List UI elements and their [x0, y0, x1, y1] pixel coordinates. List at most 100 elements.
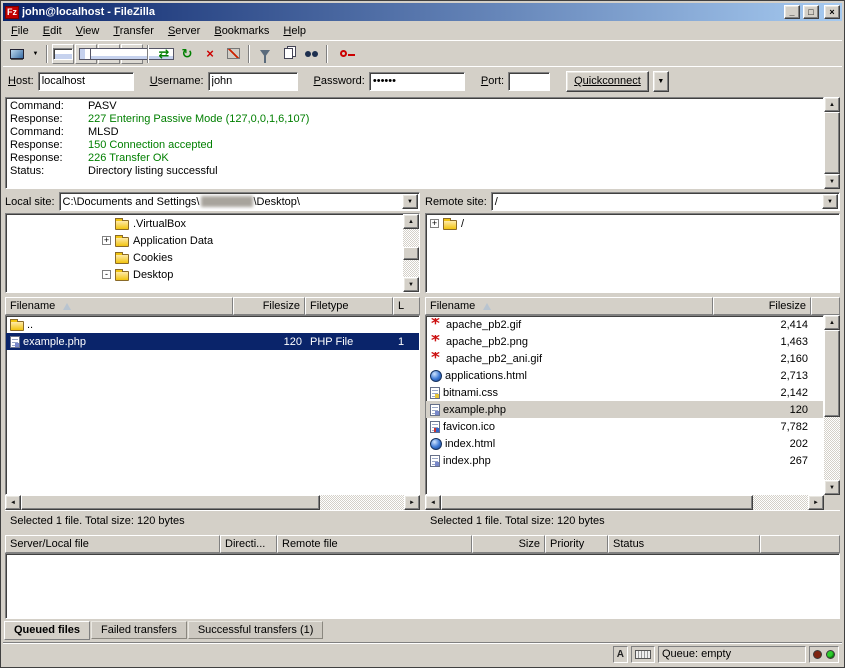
filter-button[interactable] [254, 44, 276, 64]
remote-horizontal-scrollbar[interactable]: ◄ ► [425, 495, 824, 510]
queue-column-size[interactable]: Size [472, 535, 545, 553]
remote-site-combobox[interactable]: / ▼ [491, 192, 840, 211]
queue-column-remote-file[interactable]: Remote file [277, 535, 472, 553]
tree-item[interactable]: +Application Data [6, 232, 403, 249]
site-keys-button[interactable] [332, 44, 354, 64]
transfer-type-indicator[interactable]: A [613, 646, 628, 663]
toggle-log-button[interactable] [52, 44, 74, 64]
file-row[interactable]: index.html202 [426, 435, 823, 452]
file-row[interactable]: index.php267 [426, 452, 823, 469]
queue-column-status[interactable]: Status [608, 535, 760, 553]
tab-failed-transfers[interactable]: Failed transfers [91, 621, 187, 639]
compare-button[interactable] [277, 44, 299, 64]
combo-dropdown-button[interactable]: ▼ [822, 194, 838, 209]
combo-dropdown-button[interactable]: ▼ [402, 194, 418, 209]
file-row-selected[interactable]: example.php 120 PHP File 1 [6, 333, 419, 350]
file-row[interactable]: apache_pb2.gif2,414 [426, 316, 823, 333]
password-input[interactable] [369, 72, 465, 91]
scroll-up-arrow[interactable]: ▲ [824, 97, 840, 112]
tree-item[interactable]: +/ [426, 215, 839, 232]
find-button[interactable] [300, 44, 322, 64]
process-queue-button[interactable]: ↻ [176, 44, 198, 64]
column-header-filename[interactable]: Filename [425, 297, 713, 315]
minimize-button[interactable]: _ [784, 5, 800, 19]
scroll-up-arrow[interactable]: ▲ [824, 315, 840, 330]
local-site-combobox[interactable]: C:\Documents and Settings\\Desktop\ ▼ [59, 192, 420, 211]
log-scrollbar[interactable]: ▲ ▼ [824, 97, 840, 189]
column-header-filesize[interactable]: Filesize [713, 297, 811, 315]
menu-bookmarks[interactable]: Bookmarks [207, 22, 276, 39]
scroll-right-arrow[interactable]: ► [404, 495, 420, 510]
column-header-filesize[interactable]: Filesize [233, 297, 305, 315]
tab-queued-files[interactable]: Queued files [4, 621, 90, 640]
file-row-selected[interactable]: example.php120 [426, 401, 823, 418]
disconnect-button[interactable] [222, 44, 244, 64]
tree-item[interactable]: -Desktop [6, 266, 403, 283]
site-manager-button[interactable] [6, 44, 28, 64]
refresh-button[interactable]: ⇄ [153, 44, 175, 64]
tree-item[interactable]: Cookies [6, 249, 403, 266]
column-header-filename[interactable]: Filename [5, 297, 233, 315]
port-label: Port: [481, 75, 504, 87]
scroll-right-arrow[interactable]: ► [808, 495, 824, 510]
scrollbar-thumb[interactable] [21, 495, 320, 510]
column-header-lastmodified[interactable]: L [393, 297, 420, 315]
scrollbar-track[interactable] [21, 495, 404, 510]
file-row[interactable]: .. [6, 316, 419, 333]
quickconnect-dropdown[interactable]: ▼ [653, 71, 669, 92]
port-input[interactable] [508, 72, 550, 91]
input-indicator[interactable] [631, 646, 655, 663]
scrollbar-track[interactable] [403, 229, 419, 277]
menu-file[interactable]: File [4, 22, 36, 39]
titlebar[interactable]: Fz john@localhost - FileZilla _ □ × [3, 3, 842, 21]
remote-vertical-scrollbar[interactable]: ▲ ▼ [824, 315, 840, 495]
menu-transfer[interactable]: Transfer [106, 22, 161, 39]
scrollbar-track[interactable] [441, 495, 808, 510]
ascii-indicator-icon: A [617, 649, 624, 660]
collapse-icon[interactable]: - [102, 270, 111, 279]
filezilla-window: Fz john@localhost - FileZilla _ □ × File… [0, 0, 845, 668]
local-tree-scrollbar[interactable]: ▲ ▼ [403, 214, 419, 292]
column-header-filetype[interactable]: Filetype [305, 297, 393, 315]
scrollbar-thumb[interactable] [824, 112, 840, 174]
close-button[interactable]: × [824, 5, 840, 19]
site-manager-dropdown[interactable]: ▼ [29, 44, 42, 64]
scroll-down-arrow[interactable]: ▼ [403, 277, 419, 292]
scroll-up-arrow[interactable]: ▲ [403, 214, 419, 229]
refresh-icon: ⇄ [159, 46, 170, 62]
scroll-left-arrow[interactable]: ◄ [5, 495, 21, 510]
scroll-left-arrow[interactable]: ◄ [425, 495, 441, 510]
file-row[interactable]: apache_pb2_ani.gif2,160 [426, 350, 823, 367]
scrollbar-thumb[interactable] [441, 495, 753, 510]
scroll-down-arrow[interactable]: ▼ [824, 480, 840, 495]
queue-column-server-local-file[interactable]: Server/Local file [5, 535, 220, 553]
menu-help[interactable]: Help [276, 22, 313, 39]
quickconnect-button[interactable]: Quickconnect [566, 71, 649, 92]
menu-server[interactable]: Server [161, 22, 207, 39]
tree-item[interactable]: .VirtualBox [6, 215, 403, 232]
menu-edit[interactable]: Edit [36, 22, 69, 39]
scrollbar-thumb[interactable] [824, 330, 840, 417]
menu-view[interactable]: View [69, 22, 107, 39]
log-line: Response:150 Connection accepted [10, 139, 819, 152]
local-horizontal-scrollbar[interactable]: ◄ ► [5, 495, 420, 510]
chevron-down-icon: ▼ [33, 51, 39, 57]
scroll-down-arrow[interactable]: ▼ [824, 174, 840, 189]
file-row[interactable]: favicon.ico7,782 [426, 418, 823, 435]
tab-successful-transfers[interactable]: Successful transfers (1) [188, 621, 324, 639]
file-row[interactable]: bitnami.css2,142 [426, 384, 823, 401]
username-input[interactable] [208, 72, 298, 91]
cancel-button[interactable]: × [199, 44, 221, 64]
scrollbar-thumb[interactable] [403, 247, 419, 259]
scrollbar-track[interactable] [824, 112, 840, 174]
toggle-queue-button[interactable] [121, 44, 143, 64]
queue-column-priority[interactable]: Priority [545, 535, 608, 553]
scrollbar-track[interactable] [824, 330, 840, 480]
maximize-button[interactable]: □ [803, 5, 819, 19]
expand-icon[interactable]: + [102, 236, 111, 245]
file-row[interactable]: apache_pb2.png1,463 [426, 333, 823, 350]
expand-icon[interactable]: + [430, 219, 439, 228]
queue-column-direction[interactable]: Directi... [220, 535, 277, 553]
file-row[interactable]: applications.html2,713 [426, 367, 823, 384]
host-input[interactable] [38, 72, 134, 91]
